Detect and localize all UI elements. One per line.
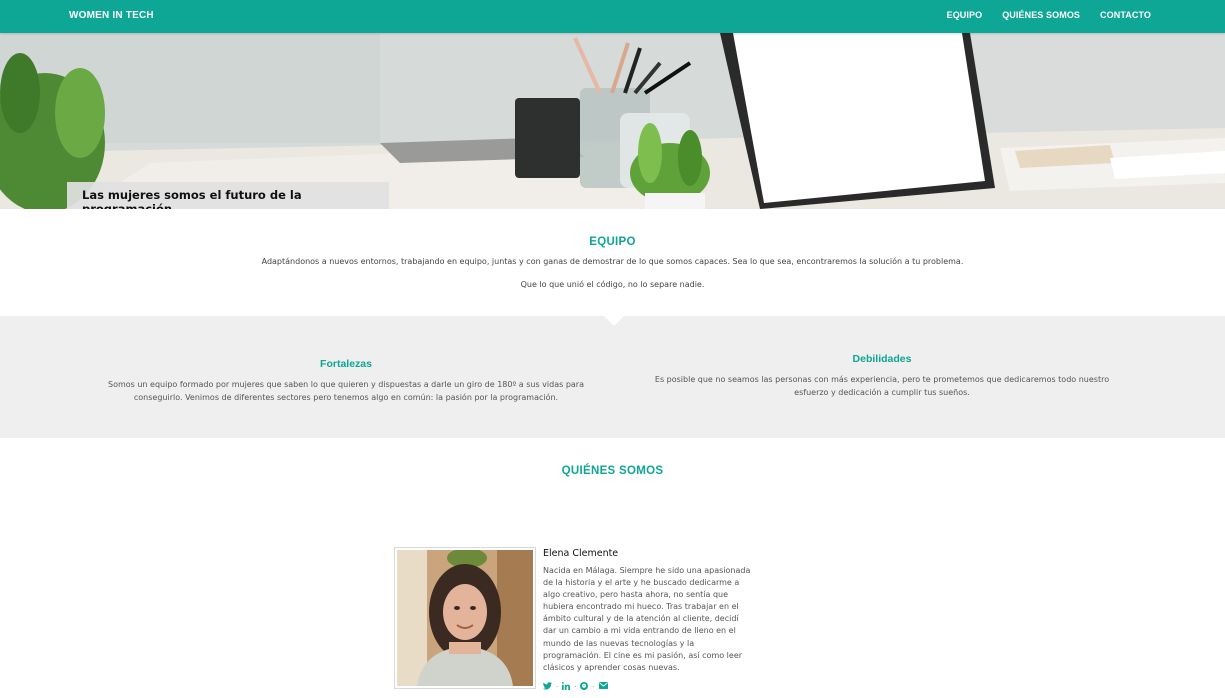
social-separator: · <box>574 683 577 691</box>
nav-link-contacto[interactable]: CONTACTO <box>1100 10 1151 20</box>
fortalezas-title: Fortalezas <box>320 358 372 370</box>
nav-links: EQUIPO QUIÉNES SOMOS CONTACTO <box>947 10 1151 20</box>
nav-link-quienes-somos[interactable]: QUIÉNES SOMOS <box>1002 10 1080 20</box>
member-social-links: · · · <box>543 682 608 692</box>
brand-logo[interactable]: WOMEN IN TECH <box>69 10 154 21</box>
navbar: WOMEN IN TECH EQUIPO QUIÉNES SOMOS CONTA… <box>0 0 1225 33</box>
quienes-somos-title: QUIÉNES SOMOS <box>561 465 664 477</box>
hero-banner: Las mujeres somos el futuro de la progra… <box>0 33 1225 209</box>
member-name: Elena Clemente <box>543 548 619 559</box>
social-separator: · <box>556 683 559 691</box>
github-icon[interactable] <box>580 682 589 692</box>
section-arrow-notch <box>604 316 624 326</box>
member-bio-text: Nacida en Málaga. Siempre he sido una ap… <box>543 566 751 672</box>
nav-link-equipo[interactable]: EQUIPO <box>947 10 983 20</box>
member-photo <box>394 547 536 689</box>
equipo-paragraph-2: Que lo que unió el código, no lo separe … <box>520 280 705 289</box>
debilidades-title: Debilidades <box>852 353 912 365</box>
equipo-section: EQUIPO Adaptándonos a nuevos entornos, t… <box>0 209 1225 316</box>
twitter-icon[interactable] <box>543 682 552 692</box>
social-separator: · <box>592 683 595 691</box>
equipo-title: EQUIPO <box>589 236 636 248</box>
member-bio: Elena Clemente Nacida en Málaga. Siempre… <box>543 548 753 674</box>
debilidades-column: Debilidades Es posible que no seamos las… <box>640 353 1124 399</box>
linkedin-icon[interactable] <box>562 682 571 692</box>
debilidades-text: Es posible que no seamos las personas co… <box>654 375 1110 397</box>
fortalezas-text: Somos un equipo formado por mujeres que … <box>107 380 584 402</box>
hero-caption: Las mujeres somos el futuro de la progra… <box>67 182 389 209</box>
equipo-paragraph-1: Adaptándonos a nuevos entornos, trabajan… <box>261 257 964 266</box>
fortalezas-column: Fortalezas Somos un equipo formado por m… <box>94 358 598 404</box>
envelope-icon[interactable] <box>598 682 608 692</box>
